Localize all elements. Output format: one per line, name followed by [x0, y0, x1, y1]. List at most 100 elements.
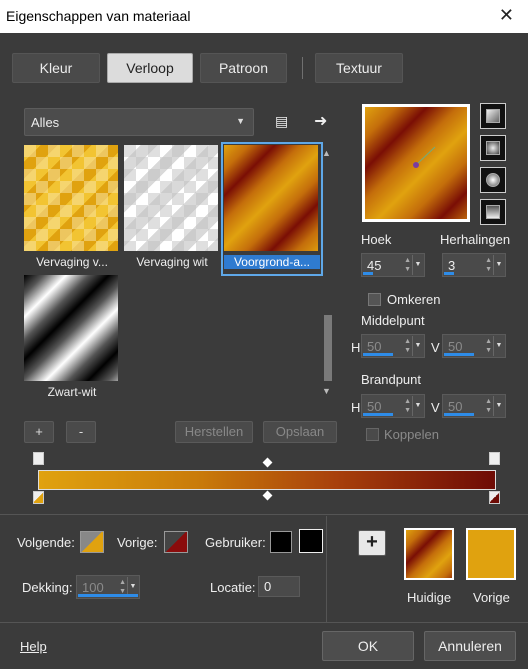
remove-gradient-button[interactable]: -	[66, 421, 96, 443]
next-swatch[interactable]	[80, 531, 104, 553]
spin-arrows-icon[interactable]: ▲ ▼	[404, 256, 411, 274]
plus-icon: +	[366, 531, 378, 553]
focal-h-label: H	[351, 400, 361, 415]
category-value: Alles	[31, 115, 60, 130]
thumb-label: Vervaging wit	[136, 255, 208, 269]
scroll-thumb[interactable]	[324, 315, 332, 381]
prev-swatch[interactable]	[164, 531, 188, 553]
angle-handle-icon[interactable]	[365, 107, 467, 219]
tab-kleur[interactable]: Kleur	[12, 53, 100, 83]
angle-stepper[interactable]: 45 ▲ ▼ ▼	[361, 253, 425, 277]
color-midpoint[interactable]	[262, 490, 273, 501]
center-v-stepper[interactable]: 50 ▲ ▼ ▼	[442, 334, 506, 358]
opacity-stop-start[interactable]	[33, 452, 44, 465]
tab-patroon[interactable]: Patroon	[200, 53, 287, 83]
angle-label: Hoek	[361, 232, 392, 247]
footer: Help OK Annuleren	[0, 622, 528, 669]
radial-gradient-style-button[interactable]	[480, 199, 506, 225]
category-dropdown[interactable]: Alles ▼	[24, 108, 254, 136]
user-swatch[interactable]	[299, 529, 323, 553]
current-swatch[interactable]	[404, 528, 454, 580]
gradient-preview[interactable]	[362, 104, 470, 222]
user-swatch-small[interactable]	[270, 531, 292, 553]
invert-label[interactable]: Omkeren	[387, 292, 440, 307]
spin-arrows-icon[interactable]: ▲ ▼	[485, 397, 492, 415]
opacity-midpoint[interactable]	[262, 457, 273, 468]
user-label: Gebruiker:	[205, 535, 266, 550]
scroll-down-icon[interactable]: ▼	[322, 386, 331, 396]
ok-button[interactable]: OK	[322, 631, 414, 661]
chevron-down-icon[interactable]: ▼	[493, 396, 504, 416]
spin-arrows-icon[interactable]: ▲ ▼	[404, 337, 411, 355]
focal-h-stepper[interactable]: 50 ▲ ▼ ▼	[361, 394, 425, 418]
gradient-thumb-vervaging-v[interactable]: Vervaging v...	[24, 145, 120, 273]
focal-v-stepper[interactable]: 50 ▲ ▼ ▼	[442, 394, 506, 418]
add-to-swatches-button[interactable]: +	[358, 530, 386, 556]
rectangular-gradient-style-button[interactable]	[480, 135, 506, 161]
spin-arrows-icon[interactable]: ▲ ▼	[485, 256, 492, 274]
center-v-label: V	[431, 340, 440, 355]
spin-arrows-icon[interactable]: ▲ ▼	[404, 397, 411, 415]
library-icon[interactable]: ▤	[275, 113, 288, 130]
previous-label: Vorige	[473, 590, 510, 605]
location-value: 0	[264, 579, 272, 594]
value-bar	[363, 353, 393, 356]
chevron-down-icon[interactable]: ▼	[412, 255, 423, 275]
value-bar	[78, 594, 138, 597]
link-checkbox[interactable]	[366, 428, 379, 441]
center-h-label: H	[351, 340, 361, 355]
repeats-label: Herhalingen	[440, 232, 511, 247]
gradient-thumb-vervaging-wit[interactable]: Vervaging wit	[124, 145, 220, 273]
chevron-down-icon[interactable]: ▼	[493, 255, 504, 275]
focal-v-value: 50	[448, 399, 463, 414]
chevron-down-icon: ▼	[236, 116, 245, 126]
next-label: Volgende:	[17, 535, 75, 550]
opacity-stop-end[interactable]	[489, 452, 500, 465]
chevron-down-icon[interactable]: ▼	[412, 336, 423, 356]
linear-gradient-style-button[interactable]	[480, 103, 506, 129]
color-stop-end[interactable]	[489, 491, 500, 504]
previous-swatch[interactable]	[466, 528, 516, 580]
add-gradient-button[interactable]: +	[24, 421, 54, 443]
opacity-stepper[interactable]: 100 ▲ ▼ ▼	[76, 575, 140, 599]
thumb-image	[24, 275, 118, 381]
close-icon[interactable]: ✕	[499, 5, 514, 26]
spin-arrows-icon[interactable]: ▲ ▼	[485, 337, 492, 355]
thumb-image	[24, 145, 118, 251]
reset-button[interactable]: Herstellen	[175, 421, 253, 443]
location-field[interactable]: 0	[258, 576, 300, 597]
tab-textuur[interactable]: Textuur	[315, 53, 403, 83]
sunburst-gradient-style-button[interactable]	[480, 167, 506, 193]
chevron-down-icon[interactable]: ▼	[412, 396, 423, 416]
save-button[interactable]: Opslaan	[263, 421, 337, 443]
repeats-stepper[interactable]: 3 ▲ ▼ ▼	[442, 253, 506, 277]
color-stop-start[interactable]	[33, 491, 44, 504]
location-label: Locatie:	[210, 580, 256, 595]
value-bar	[444, 413, 474, 416]
thumb-label: Zwart-wit	[47, 385, 97, 399]
thumb-image	[124, 145, 218, 251]
prev-label: Vorige:	[117, 535, 158, 550]
center-label: Middelpunt	[361, 313, 425, 328]
tab-verloop[interactable]: Verloop	[107, 53, 193, 83]
arrow-right-icon[interactable]: ➜	[314, 111, 327, 131]
gradient-thumb-zwart-wit[interactable]: Zwart-wit	[24, 275, 120, 403]
gradient-list: Vervaging v... Vervaging wit Voorgrond-a…	[24, 142, 324, 399]
chevron-down-icon[interactable]: ▼	[493, 336, 504, 356]
scroll-up-icon[interactable]: ▲	[322, 148, 331, 158]
gradient-bar[interactable]	[38, 470, 496, 490]
repeats-value: 3	[448, 258, 456, 273]
list-scrollbar[interactable]: ▲ ▼	[321, 148, 335, 396]
sunburst-icon	[486, 173, 500, 187]
center-v-value: 50	[448, 339, 463, 354]
help-link[interactable]: Help	[20, 639, 47, 654]
cancel-button[interactable]: Annuleren	[424, 631, 516, 661]
gradient-thumb-voorgrond-achtergrond[interactable]: Voorgrond-a...	[221, 142, 323, 276]
link-label[interactable]: Koppelen	[384, 427, 439, 442]
invert-checkbox[interactable]	[368, 293, 381, 306]
window-title: Eigenschappen van materiaal	[6, 8, 191, 24]
thumb-label: Voorgrond-a...	[224, 255, 320, 269]
value-bar	[444, 272, 454, 275]
center-h-stepper[interactable]: 50 ▲ ▼ ▼	[361, 334, 425, 358]
tab-separator	[302, 57, 303, 79]
